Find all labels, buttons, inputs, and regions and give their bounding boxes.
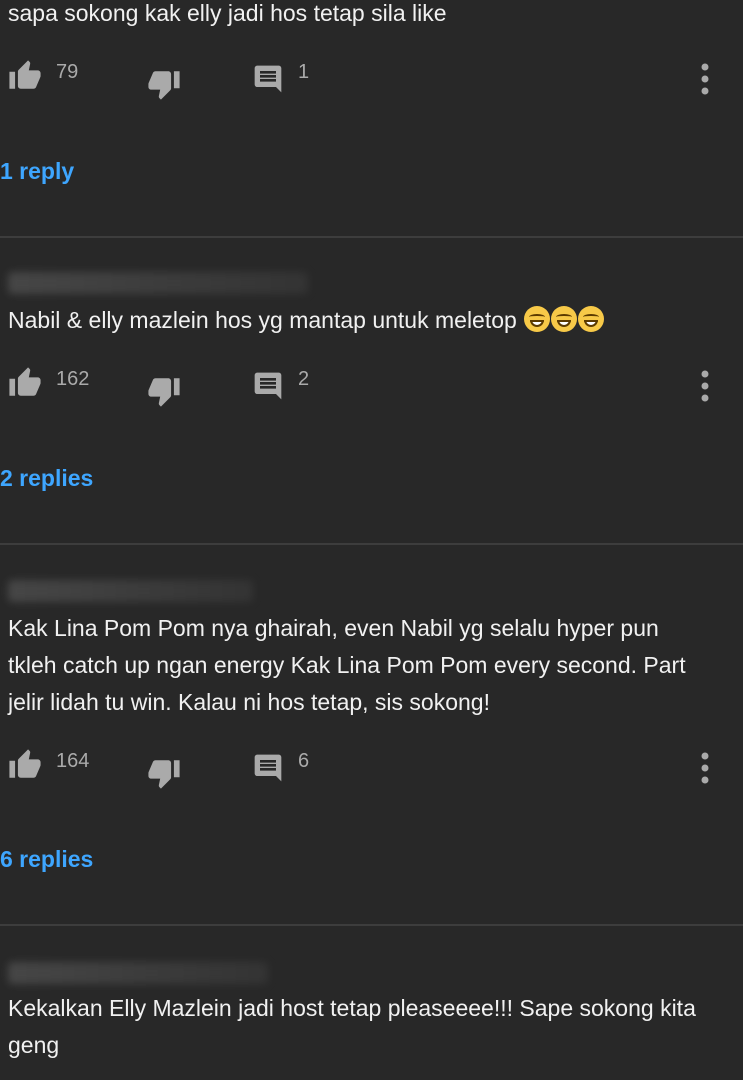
divider bbox=[0, 236, 743, 238]
thumb-up-icon[interactable] bbox=[8, 59, 42, 93]
thumb-up-icon[interactable] bbox=[8, 748, 42, 782]
author-name[interactable] bbox=[8, 272, 308, 294]
like-count: 162 bbox=[56, 368, 90, 390]
comment-icon[interactable] bbox=[252, 63, 284, 95]
view-replies-link[interactable]: 1 reply bbox=[0, 158, 74, 185]
grinning-squinting-face-emoji bbox=[524, 306, 551, 332]
thumb-down-icon[interactable] bbox=[147, 67, 181, 101]
comment-text: Kak Lina Pom Pom nya ghairah, even Nabil… bbox=[8, 615, 686, 715]
grinning-squinting-face-emoji bbox=[578, 306, 605, 332]
divider bbox=[0, 924, 743, 926]
comment-text-body: Nabil & elly mazlein hos yg mantap untuk… bbox=[8, 307, 517, 333]
view-replies-link[interactable]: 2 replies bbox=[0, 465, 93, 492]
author-name[interactable] bbox=[8, 580, 253, 602]
reply-count: 2 bbox=[298, 368, 310, 390]
thumb-down-icon[interactable] bbox=[147, 756, 181, 790]
comment-text: sapa sokong kak elly jadi hos tetap sila… bbox=[8, 0, 447, 26]
comment-actions: 79 1 bbox=[0, 59, 743, 101]
more-vert-icon[interactable] bbox=[695, 366, 715, 406]
reply-count: 6 bbox=[298, 750, 310, 772]
view-replies-link[interactable]: 6 replies bbox=[0, 846, 93, 873]
divider bbox=[0, 543, 743, 545]
grinning-squinting-face-emoji bbox=[551, 306, 578, 332]
comment-text: Kekalkan Elly Mazlein jadi host tetap pl… bbox=[8, 995, 696, 1058]
more-vert-icon[interactable] bbox=[695, 748, 715, 788]
more-vert-icon[interactable] bbox=[695, 59, 715, 99]
thumb-up-icon[interactable] bbox=[8, 366, 42, 400]
comment-icon[interactable] bbox=[252, 752, 284, 784]
comment-text: Nabil & elly mazlein hos yg mantap untuk… bbox=[8, 302, 713, 339]
reply-count: 1 bbox=[298, 61, 310, 83]
comment-actions: 162 2 bbox=[0, 366, 743, 408]
thumb-down-icon[interactable] bbox=[147, 374, 181, 408]
like-count: 164 bbox=[56, 750, 90, 772]
like-count: 79 bbox=[56, 61, 79, 83]
comment-icon[interactable] bbox=[252, 370, 284, 402]
comment-actions: 164 6 bbox=[0, 748, 743, 790]
author-name[interactable] bbox=[8, 962, 268, 984]
